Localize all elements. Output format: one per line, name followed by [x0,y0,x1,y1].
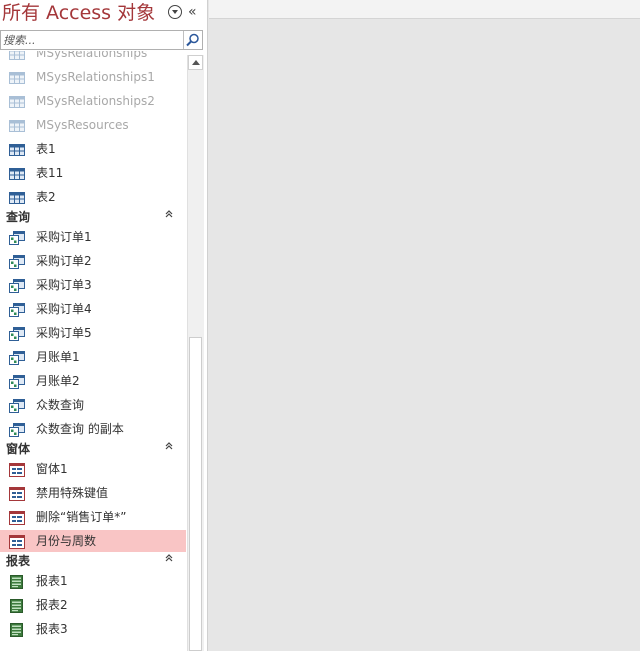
table-item[interactable]: MSysRelationships1 [0,66,186,88]
query-item[interactable]: 采购订单4 [0,298,186,320]
table-item[interactable]: MSysRelationships [0,51,186,64]
report-icon [9,574,25,589]
form-item[interactable]: 窗体1 [0,458,186,480]
query-item[interactable]: 采购订单2 [0,250,186,272]
table-icon [9,166,25,180]
query-item-label: 采购订单3 [36,278,92,292]
report-item[interactable]: 报表3 [0,618,186,640]
query-item[interactable]: 月账单1 [0,346,186,368]
table-item-label: 表1 [36,142,56,156]
table-icon [9,142,25,156]
group-header-reports[interactable]: 报表 [0,550,186,572]
form-item-label: 删除“销售订单*” [36,510,127,524]
query-icon [9,302,25,317]
query-item-label: 采购订单2 [36,254,92,268]
query-icon [9,350,25,365]
table-item-label: MSysRelationships2 [36,94,155,108]
table-icon [9,190,25,204]
query-item-label: 众数查询 [36,398,85,412]
table-item-label: MSysResources [36,118,129,132]
query-item-label: 月账单2 [36,374,80,388]
table-item-label: 表11 [36,166,64,180]
form-icon [9,462,25,477]
group-header-queries[interactable]: 查询 [0,206,186,228]
main-workspace [209,0,640,651]
query-item-label: 众数查询 的副本 [36,422,124,436]
form-icon [9,510,25,525]
vertical-scrollbar[interactable] [187,55,204,651]
form-icon [9,486,25,501]
report-item-label: 报表3 [36,622,68,636]
table-item[interactable]: 表1 [0,138,186,160]
group-header-label: 窗体 [6,442,31,456]
navigation-pane: 所有 Access 对象 « MSysRelationships MSysRel… [0,0,208,651]
query-item[interactable]: 众数查询 [0,394,186,416]
table-icon [9,94,25,108]
search-box [0,30,203,50]
table-item[interactable]: MSysRelationships2 [0,90,186,112]
table-icon [9,118,25,132]
query-icon [9,230,25,245]
object-list: MSysRelationships MSysRelationships1 MSy… [0,51,187,651]
query-icon [9,326,25,341]
table-item-label: MSysRelationships [36,51,148,60]
query-item[interactable]: 众数查询 的副本 [0,418,186,440]
report-icon [9,622,25,637]
query-item[interactable]: 采购订单3 [0,274,186,296]
query-item[interactable]: 月账单2 [0,370,186,392]
form-item[interactable]: 禁用特殊键值 [0,482,186,504]
query-icon [9,398,25,413]
query-icon [9,278,25,293]
group-header-label: 查询 [6,210,31,224]
table-item-label: MSysRelationships1 [36,70,155,84]
collapse-group-icon[interactable] [164,206,174,228]
table-item[interactable]: MSysResources [0,114,186,136]
group-header-label: 报表 [6,554,31,568]
table-icon [9,70,25,84]
table-item-label: 表2 [36,190,56,204]
report-item-label: 报表2 [36,598,68,612]
query-item-label: 采购订单5 [36,326,92,340]
query-icon [9,254,25,269]
table-item[interactable]: 表2 [0,186,186,208]
query-item[interactable]: 采购订单1 [0,226,186,248]
form-item-label: 月份与周数 [36,534,97,548]
query-icon [9,422,25,437]
scroll-up-icon[interactable] [188,55,203,70]
report-item[interactable]: 报表1 [0,570,186,592]
table-icon [9,51,25,60]
group-header-forms[interactable]: 窗体 [0,438,186,460]
collapse-pane-icon[interactable]: « [188,3,197,21]
document-tab-strip [209,0,640,19]
scroll-thumb[interactable] [189,337,202,651]
query-icon [9,374,25,389]
query-item-label: 月账单1 [36,350,80,364]
form-item[interactable]: 删除“销售订单*” [0,506,186,528]
form-icon [9,534,25,549]
search-icon[interactable] [183,31,202,49]
chevron-down-icon[interactable] [168,5,182,19]
collapse-group-icon[interactable] [164,438,174,460]
report-item[interactable]: 报表2 [0,594,186,616]
pane-title[interactable]: 所有 Access 对象 [2,0,155,26]
collapse-group-icon[interactable] [164,550,174,572]
report-item-label: 报表1 [36,574,68,588]
query-item-label: 采购订单4 [36,302,92,316]
form-item-label: 禁用特殊键值 [36,486,109,500]
report-icon [9,598,25,613]
pane-header: 所有 Access 对象 « [0,0,207,28]
form-item[interactable]: 月份与周数 [0,530,186,552]
search-input[interactable] [3,31,183,49]
form-item-label: 窗体1 [36,462,68,476]
query-item-label: 采购订单1 [36,230,92,244]
query-item[interactable]: 采购订单5 [0,322,186,344]
table-item[interactable]: 表11 [0,162,186,184]
